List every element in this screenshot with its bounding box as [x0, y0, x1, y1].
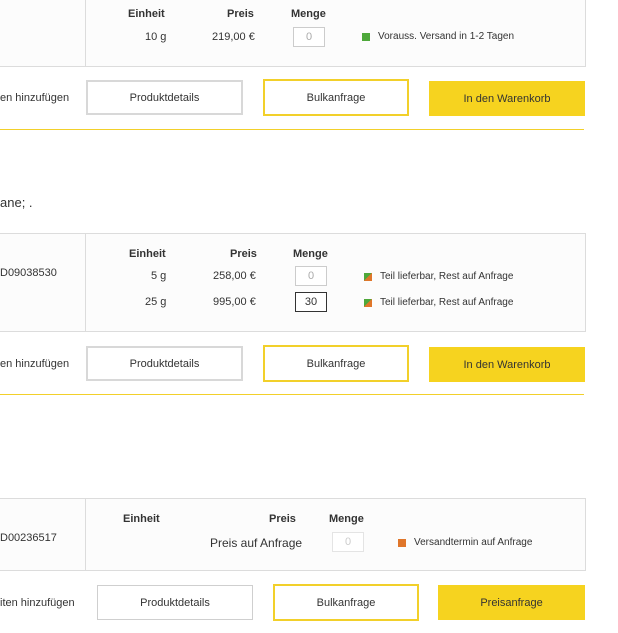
price-on-request: Preis auf Anfrage [210, 536, 303, 550]
availability-status: Teil lieferbar, Rest auf Anfrage [364, 297, 513, 308]
status-text: Versandtermin auf Anfrage [414, 537, 533, 548]
add-to-favorites-link[interactable]: en hinzufügen [0, 358, 69, 370]
row-price: 219,00 € [212, 31, 255, 43]
status-text: Teil lieferbar, Rest auf Anfrage [380, 297, 514, 308]
add-to-cart-button[interactable]: In den Warenkorb [429, 81, 585, 116]
status-partial-icon [364, 298, 372, 307]
add-to-cart-button[interactable]: In den Warenkorb [429, 347, 585, 382]
product-details-button[interactable]: Produktdetails [86, 346, 243, 381]
status-green-icon [362, 32, 370, 41]
section-divider [0, 129, 584, 130]
product3-panel [0, 498, 586, 571]
row-unit: 10 g [145, 31, 167, 43]
description-fragment: ane; . [0, 195, 33, 210]
product-details-button[interactable]: Produktdetails [86, 80, 243, 115]
panel-divider [85, 499, 86, 570]
panel-divider [85, 234, 86, 331]
qty-header: Menge [293, 248, 328, 260]
row-unit: 25 g [145, 296, 167, 308]
row-price: 995,00 € [213, 296, 256, 308]
price-header: Preis [227, 8, 254, 20]
price-header: Preis [269, 513, 296, 525]
product-code: D09038530 [0, 267, 57, 279]
add-to-favorites-link[interactable]: iten hinzufügen [0, 597, 75, 609]
product-details-button[interactable]: Produktdetails [97, 585, 253, 620]
product-code: D00236517 [0, 532, 57, 544]
status-partial-icon [364, 272, 372, 281]
quantity-input[interactable]: 0 [295, 266, 327, 286]
availability-status: Vorauss. Versand in 1-2 Tagen [362, 31, 514, 42]
unit-header: Einheit [123, 513, 160, 525]
status-orange-icon [398, 538, 406, 547]
quantity-input[interactable]: 30 [295, 292, 327, 312]
availability-status: Teil lieferbar, Rest auf Anfrage [364, 271, 513, 282]
bulk-request-button[interactable]: Bulkanfrage [263, 79, 409, 116]
row-unit: 5 g [151, 270, 167, 282]
quantity-input[interactable]: 0 [293, 27, 325, 47]
status-text: Teil lieferbar, Rest auf Anfrage [380, 271, 514, 282]
unit-header: Einheit [128, 8, 165, 20]
availability-status: Versandtermin auf Anfrage [398, 537, 532, 548]
row-price: 258,00 € [213, 270, 256, 282]
qty-header: Menge [291, 8, 326, 20]
status-text: Vorauss. Versand in 1-2 Tagen [378, 31, 515, 42]
qty-header: Menge [329, 513, 364, 525]
panel-divider [85, 0, 86, 66]
quantity-input[interactable]: 0 [332, 532, 364, 552]
add-to-favorites-link[interactable]: en hinzufügen [0, 92, 69, 104]
price-header: Preis [230, 248, 257, 260]
unit-header: Einheit [129, 248, 166, 260]
price-request-button[interactable]: Preisanfrage [438, 585, 585, 620]
bulk-request-button[interactable]: Bulkanfrage [273, 584, 419, 621]
bulk-request-button[interactable]: Bulkanfrage [263, 345, 409, 382]
section-divider [0, 394, 584, 395]
